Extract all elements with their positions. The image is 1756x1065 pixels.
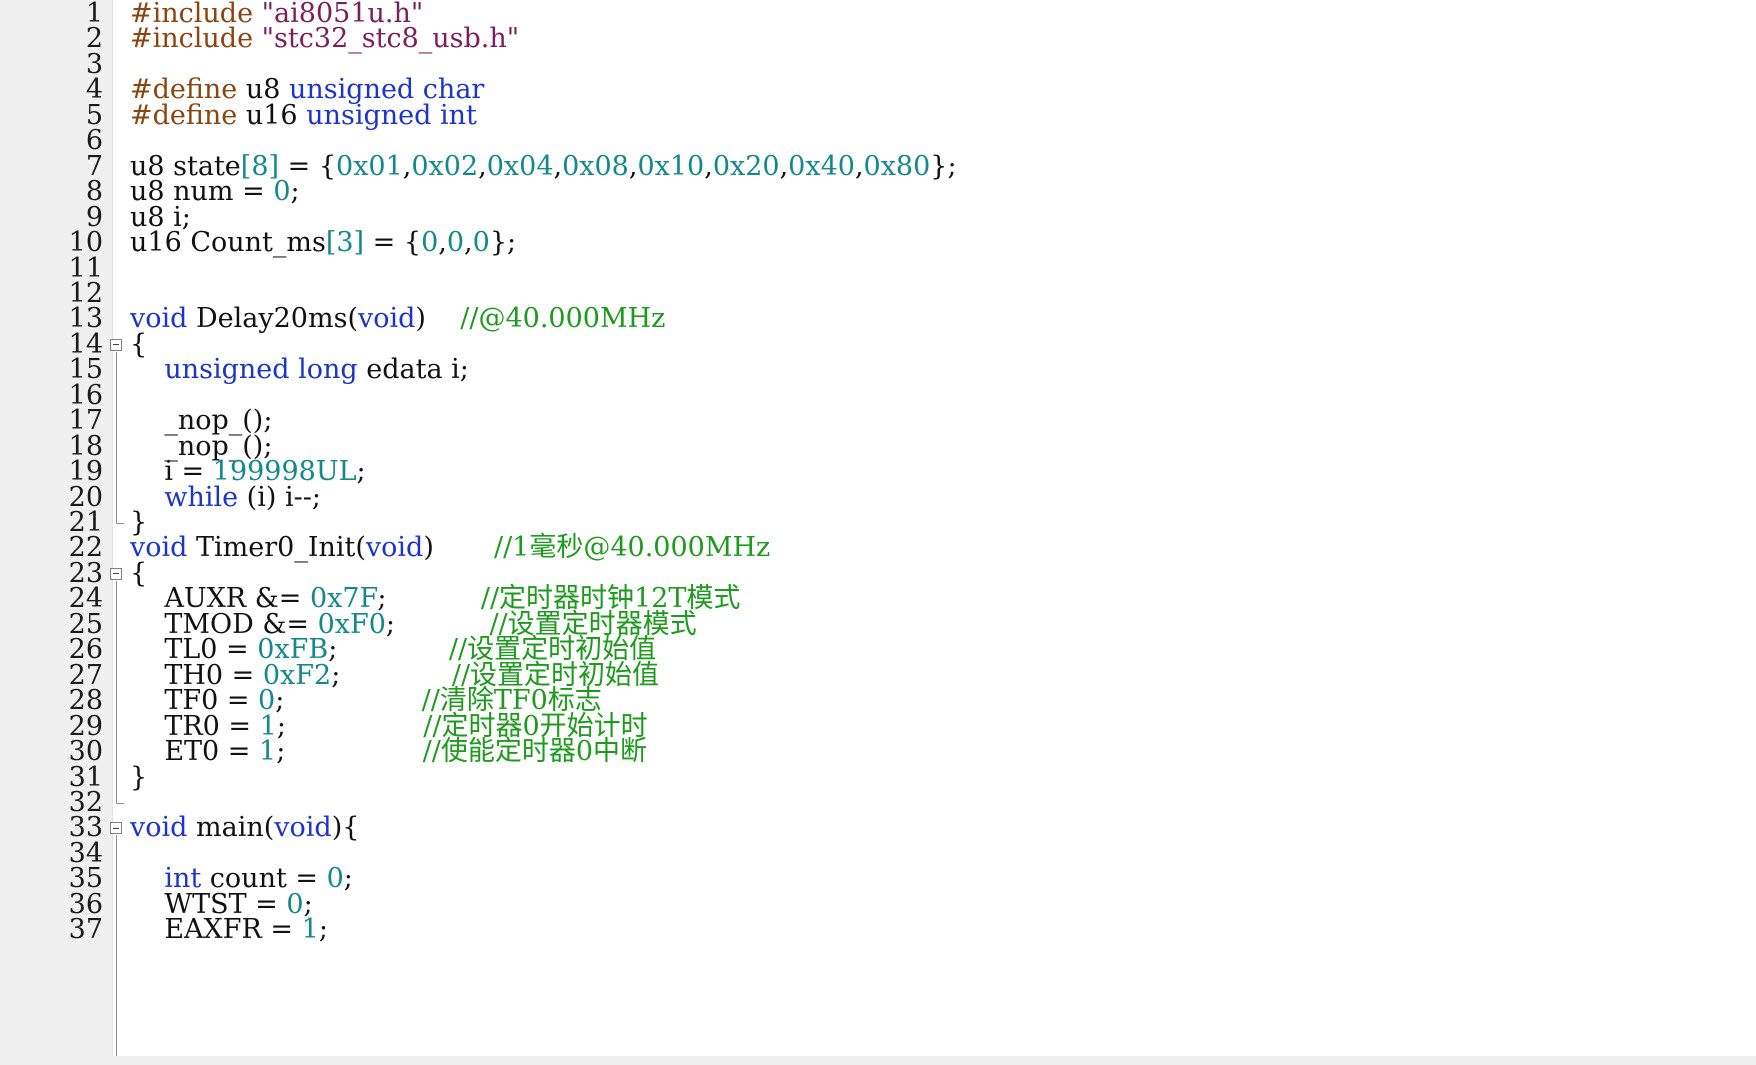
code-text[interactable]: unsigned long edata i;: [130, 356, 469, 385]
code-token: #include: [130, 23, 262, 55]
code-token: ,: [553, 150, 563, 182]
code-text[interactable]: while (i) i--;: [130, 481, 321, 513]
code-token: [3]: [325, 227, 365, 259]
code-line[interactable]: 13 void Delay20ms(void) //@40.000MHz: [0, 305, 1756, 334]
code-token: edata i;: [357, 354, 469, 386]
code-token: ET0 =: [130, 736, 260, 768]
code-token: 0x02: [411, 150, 479, 182]
code-text[interactable]: void Delay20ms(void) //@40.000MHz: [130, 305, 665, 334]
fold-end-marker: [116, 523, 124, 524]
code-token: };: [930, 150, 957, 182]
code-token: = {: [364, 227, 422, 259]
code-token: u16 Count_ms: [130, 227, 326, 259]
code-token: Delay20ms(: [187, 303, 358, 335]
code-token: 0: [446, 227, 465, 259]
code-token: ){: [331, 812, 360, 844]
code-text[interactable]: }: [130, 761, 148, 793]
code-token: 0x04: [486, 150, 554, 182]
code-token: ,: [704, 150, 713, 182]
code-line[interactable]: 5 #define u16 unsigned int: [0, 99, 1756, 131]
code-line[interactable]: 2 #include "stc32_stc8_usb.h": [0, 25, 1756, 54]
fold-collapse-icon[interactable]: [110, 567, 122, 580]
code-token: ;: [276, 736, 423, 768]
code-token: ;: [343, 863, 353, 895]
fold-guide-line: [116, 835, 117, 1056]
code-token: ,: [478, 150, 487, 182]
code-token: 0x20: [712, 150, 780, 182]
fold-end-marker: [116, 802, 124, 804]
code-token: 0: [273, 176, 291, 208]
code-text[interactable]: void main(void){: [130, 814, 359, 843]
code-line[interactable]: 11: [0, 254, 1756, 284]
code-token: "stc32_stc8_usb.h": [261, 23, 520, 55]
code-line[interactable]: 20 while (i) i--;: [0, 481, 1756, 513]
code-token: Timer0_Init(: [187, 532, 366, 564]
horizontal-scrollbar[interactable]: [0, 1056, 1756, 1065]
code-line[interactable]: 37 EAXFR = 1;: [0, 914, 1756, 946]
code-token: EAXFR =: [130, 914, 302, 946]
code-token: //1毫秒@40.000MHz: [493, 532, 771, 564]
code-token: void: [130, 812, 188, 844]
code-token: 0x08: [562, 150, 629, 182]
code-token: ;: [318, 914, 328, 946]
code-token: ,: [854, 150, 864, 182]
code-token: ,: [438, 227, 447, 259]
code-token: 0x40: [788, 150, 855, 182]
code-token: ,: [779, 150, 789, 182]
code-line[interactable]: 15 unsigned long edata i;: [0, 356, 1756, 385]
fold-collapse-icon[interactable]: [110, 338, 122, 351]
code-text[interactable]: void Timer0_Init(void) //1毫秒@40.000MHz: [130, 534, 770, 563]
code-token: 1: [301, 914, 319, 946]
code-line[interactable]: 10 u16 Count_ms[3] = {0,0,0};: [0, 227, 1756, 259]
code-token: 0x10: [637, 150, 705, 182]
code-line[interactable]: 22 void Timer0_Init(void) //1毫秒@40.000MHz: [0, 534, 1756, 563]
code-token: ,: [464, 227, 473, 259]
fold-guide-line: [116, 351, 117, 523]
code-token: void: [365, 532, 424, 564]
line-number: 37: [68, 914, 103, 946]
code-token: }: [130, 761, 148, 793]
code-token: (i) i--;: [238, 481, 321, 513]
code-token: unsigned int: [306, 99, 477, 131]
code-token: 0x01: [336, 150, 403, 182]
code-token: while: [164, 481, 239, 513]
code-line[interactable]: 30 ET0 = 1; //使能定时器0中断: [0, 736, 1756, 768]
code-token: //@40.000MHz: [460, 303, 666, 335]
code-token: unsigned long: [164, 354, 358, 386]
code-token: void: [274, 812, 332, 844]
code-token: main(: [187, 812, 275, 844]
fold-guide-line: [116, 580, 117, 803]
code-token: #define: [130, 99, 246, 131]
code-token: 0: [472, 227, 490, 259]
code-token: 0: [421, 227, 439, 259]
code-text[interactable]: EAXFR = 1;: [130, 914, 328, 946]
code-text[interactable]: u16 Count_ms[3] = {0,0,0};: [130, 227, 517, 259]
code-line[interactable]: 31}: [0, 761, 1756, 793]
fold-collapse-icon[interactable]: [110, 822, 122, 835]
code-token: 0: [326, 863, 344, 895]
code-token: 0x80: [863, 150, 931, 182]
code-line[interactable]: 8 u8 num = 0;: [0, 176, 1756, 208]
code-token: void: [357, 303, 416, 335]
code-editor[interactable]: 1 #include "ai8051u.h" 2 #include "stc32_st…: [0, 0, 1756, 1065]
code-token: ): [415, 303, 461, 335]
code-token: 1: [259, 736, 277, 768]
code-token: };: [489, 227, 517, 259]
code-token: ): [423, 532, 494, 564]
code-text[interactable]: ET0 = 1; //使能定时器0中断: [130, 736, 647, 768]
code-text[interactable]: #define u16 unsigned int: [130, 99, 477, 131]
code-text[interactable]: #include "stc32_stc8_usb.h": [130, 25, 519, 54]
code-token: ;: [290, 176, 300, 208]
code-line[interactable]: 33 void main(void){: [0, 814, 1756, 843]
code-token: u16: [245, 99, 307, 131]
code-token: ;: [356, 456, 366, 488]
code-token: //使能定时器0中断: [422, 736, 647, 768]
